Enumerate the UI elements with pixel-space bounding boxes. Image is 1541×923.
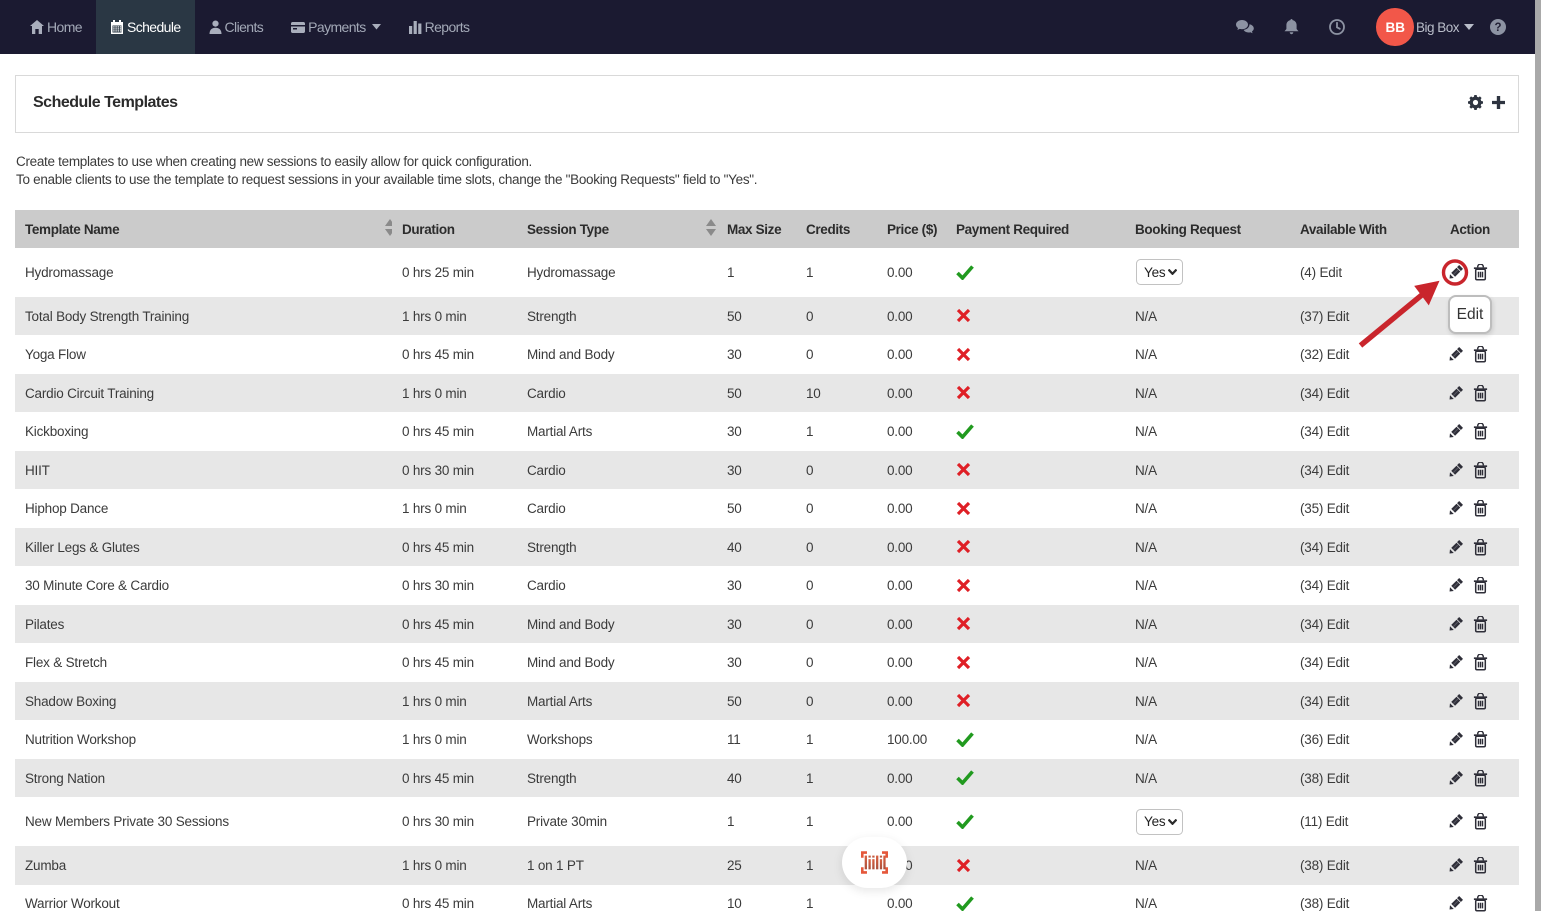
- svg-text:?: ?: [1494, 22, 1501, 34]
